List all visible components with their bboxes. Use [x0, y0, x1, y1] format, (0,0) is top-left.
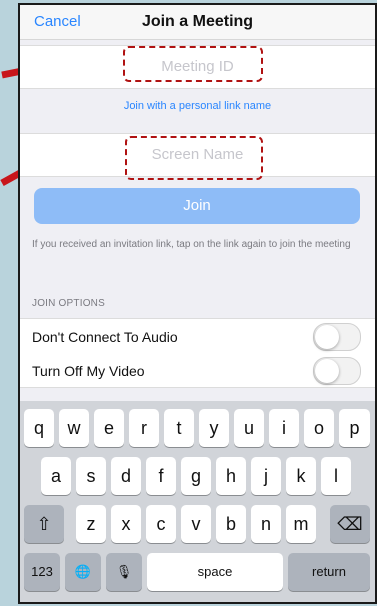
video-toggle[interactable] [313, 357, 361, 385]
key-b[interactable]: b [216, 505, 246, 543]
phone-screen: Cancel Join a Meeting Meeting ID Join wi… [18, 3, 377, 604]
join-options-header: JOIN OPTIONS [32, 298, 105, 309]
key-w[interactable]: w [59, 409, 89, 447]
key-v[interactable]: v [181, 505, 211, 543]
personal-link-name-link[interactable]: Join with a personal link name [20, 100, 375, 112]
annotation-box-meeting-id [123, 46, 263, 82]
toggle-knob [315, 359, 339, 383]
key-c[interactable]: c [146, 505, 176, 543]
key-y[interactable]: y [199, 409, 229, 447]
annotation-box-screen-name [125, 136, 263, 180]
key-i[interactable]: i [269, 409, 299, 447]
shift-key[interactable]: ⇧ [24, 505, 64, 543]
key-k[interactable]: k [286, 457, 316, 495]
numbers-key[interactable]: 123 [24, 553, 60, 591]
key-z[interactable]: z [76, 505, 106, 543]
key-g[interactable]: g [181, 457, 211, 495]
join-button[interactable]: Join [34, 188, 360, 224]
option-label-audio: Don't Connect To Audio [32, 329, 178, 345]
navigation-bar: Cancel Join a Meeting [20, 5, 375, 40]
invitation-hint: If you received an invitation link, tap … [32, 239, 351, 250]
key-u[interactable]: u [234, 409, 264, 447]
globe-key[interactable]: 🌐 [65, 553, 101, 591]
key-e[interactable]: e [94, 409, 124, 447]
key-a[interactable]: a [41, 457, 71, 495]
key-x[interactable]: x [111, 505, 141, 543]
audio-toggle[interactable] [313, 323, 361, 351]
microphone-key[interactable]: 🎙 [106, 553, 142, 591]
space-key[interactable]: space [147, 553, 283, 591]
key-r[interactable]: r [129, 409, 159, 447]
key-q[interactable]: q [24, 409, 54, 447]
key-l[interactable]: l [321, 457, 351, 495]
key-o[interactable]: o [304, 409, 334, 447]
page-title: Join a Meeting [141, 13, 254, 30]
key-j[interactable]: j [251, 457, 281, 495]
option-label-video: Turn Off My Video [32, 363, 145, 379]
key-f[interactable]: f [146, 457, 176, 495]
key-m[interactable]: m [286, 505, 316, 543]
key-t[interactable]: t [164, 409, 194, 447]
key-s[interactable]: s [76, 457, 106, 495]
return-key[interactable]: return [288, 553, 370, 591]
option-row-video: Turn Off My Video [20, 353, 375, 388]
key-h[interactable]: h [216, 457, 246, 495]
key-p[interactable]: p [339, 409, 370, 447]
toggle-knob [315, 325, 339, 349]
keyboard: q w e r t y u i o p a s d f g h j k l ⇧ … [20, 401, 375, 602]
key-n[interactable]: n [251, 505, 281, 543]
delete-key[interactable]: ⌫ [330, 505, 370, 543]
key-d[interactable]: d [111, 457, 141, 495]
option-row-audio: Don't Connect To Audio [20, 318, 375, 354]
